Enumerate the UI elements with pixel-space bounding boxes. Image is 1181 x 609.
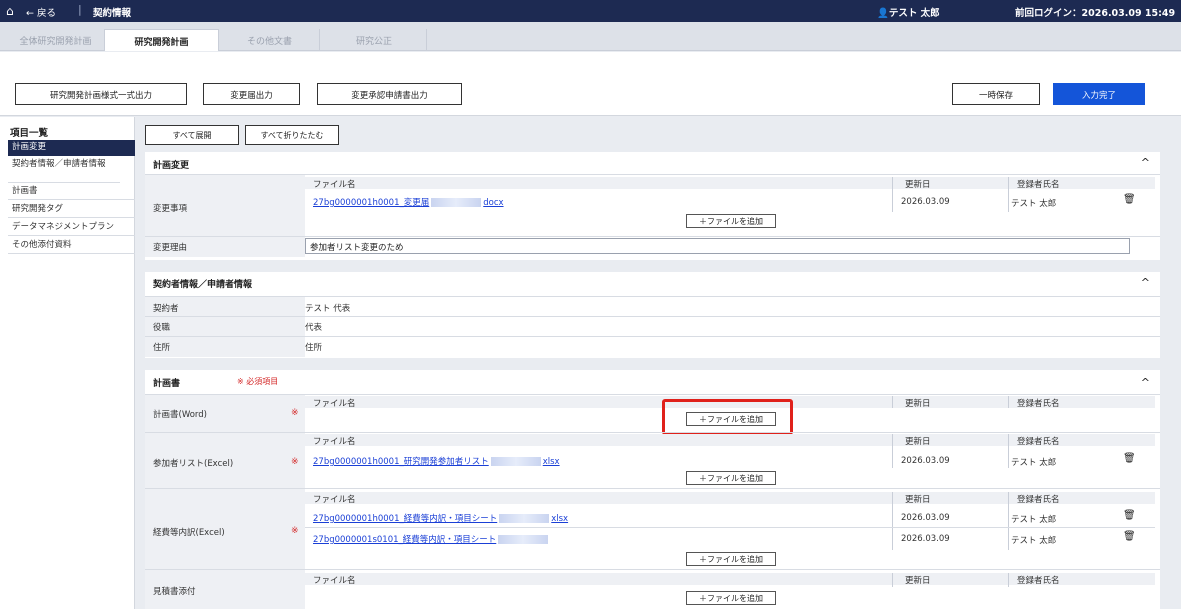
registrant-name: テスト 太郎 bbox=[1011, 536, 1057, 546]
required-mark: ※ bbox=[291, 408, 299, 418]
required-note: ※ 必須項目 bbox=[237, 377, 279, 386]
sidebar-item-plan-doc[interactable]: 計画書 bbox=[8, 184, 135, 200]
file-table-header: ファイル名 更新日 登録者氏名 bbox=[305, 492, 1155, 505]
chevron-up-icon[interactable]: ^ bbox=[1141, 376, 1150, 389]
reason-input[interactable]: 参加者リスト変更のため bbox=[305, 238, 1130, 254]
output-change-button[interactable]: 変更届出力 bbox=[203, 83, 300, 105]
expand-all-button[interactable]: すべて展開 bbox=[145, 125, 239, 145]
chevron-up-icon[interactable]: ^ bbox=[1141, 156, 1150, 169]
reason-label: 変更理由 bbox=[153, 243, 188, 253]
output-plan-button[interactable]: 研究開発計画様式一式出力 bbox=[15, 83, 187, 105]
sidebar-item-attachments[interactable]: その他添付資料 bbox=[8, 238, 135, 254]
output-approval-button[interactable]: 変更承認申請書出力 bbox=[317, 83, 462, 105]
registrant-name: テスト 太郎 bbox=[1011, 199, 1057, 209]
add-file-button[interactable]: ＋ファイルを追加 bbox=[686, 591, 776, 605]
position-value: 代表 bbox=[305, 323, 323, 333]
required-mark: ※ bbox=[291, 526, 299, 536]
trash-icon[interactable]: 🗑 bbox=[1123, 531, 1136, 542]
home-icon[interactable]: ⌂ bbox=[6, 4, 14, 18]
registrant-name: テスト 太郎 bbox=[1011, 515, 1057, 525]
add-file-button[interactable]: ＋ファイルを追加 bbox=[686, 214, 776, 228]
estimate-label: 見積書添付 bbox=[153, 587, 196, 597]
tab-other-docs[interactable]: その他文書 bbox=[220, 29, 320, 51]
trash-icon[interactable]: 🗑 bbox=[1123, 453, 1136, 464]
tab-bar: 全体研究開発計画 研究開発計画 その他文書 研究公正 bbox=[0, 22, 1181, 51]
add-file-button[interactable]: ＋ファイルを追加 bbox=[686, 552, 776, 566]
section-title: 計画書 bbox=[153, 379, 181, 389]
contractor-label: 契約者 bbox=[153, 304, 179, 314]
file-table-header: ファイル名 更新日 登録者氏名 bbox=[305, 177, 1155, 190]
page-title: 契約情報 bbox=[93, 8, 132, 19]
position-label: 役職 bbox=[153, 323, 171, 333]
trash-icon[interactable]: 🗑 bbox=[1123, 194, 1136, 205]
sidebar: 項目一覧 計画変更 契約者情報／申請者情報 計画書 研究開発タグ データマネジメ… bbox=[0, 117, 135, 609]
chevron-up-icon[interactable]: ^ bbox=[1141, 276, 1150, 289]
update-date: 2026.03.09 bbox=[901, 513, 950, 523]
trash-icon[interactable]: 🗑 bbox=[1123, 510, 1136, 521]
word-label: 計画書(Word) bbox=[153, 410, 207, 420]
address-value: 住所 bbox=[305, 343, 323, 353]
temp-save-button[interactable]: 一時保存 bbox=[952, 83, 1040, 105]
required-mark: ※ bbox=[291, 457, 299, 467]
back-link[interactable]: ← 戻る bbox=[26, 5, 56, 19]
plan-doc-section: 計画書 ※ 必須項目 ^ 計画書(Word) ※ ファイル名 更新日 登録者氏名… bbox=[145, 370, 1160, 609]
update-date: 2026.03.09 bbox=[901, 456, 950, 466]
update-date: 2026.03.09 bbox=[901, 197, 950, 207]
address-label: 住所 bbox=[153, 343, 171, 353]
sidebar-heading: 項目一覧 bbox=[10, 128, 49, 139]
highlight-box bbox=[662, 399, 793, 435]
sidebar-item-research-tag[interactable]: 研究開発タグ bbox=[8, 202, 135, 218]
participants-label: 参加者リスト(Excel) bbox=[153, 459, 234, 469]
change-item-label: 変更事項 bbox=[153, 204, 188, 214]
user-name[interactable]: 👤テスト 太郎 bbox=[877, 5, 940, 19]
divider: | bbox=[78, 3, 82, 16]
complete-button[interactable]: 入力完了 bbox=[1053, 83, 1145, 105]
sidebar-item-contractor[interactable]: 契約者情報／申請者情報 bbox=[8, 157, 120, 183]
file-table-header: ファイル名 更新日 登録者氏名 bbox=[305, 434, 1155, 447]
tab-research-plan[interactable]: 研究開発計画 bbox=[104, 29, 219, 51]
tab-research-integrity[interactable]: 研究公正 bbox=[322, 29, 427, 51]
file-link[interactable]: 27bg0000001h0001_経費等内訳・項目シート xlsx bbox=[313, 512, 568, 524]
section-title: 契約者情報／申請者情報 bbox=[153, 280, 253, 290]
plan-change-section: 計画変更 ^ 変更事項 ファイル名 更新日 登録者氏名 27bg0000001h… bbox=[145, 152, 1160, 260]
update-date: 2026.03.09 bbox=[901, 534, 950, 544]
tab-overall-plan[interactable]: 全体研究開発計画 bbox=[8, 29, 103, 51]
section-title: 計画変更 bbox=[153, 161, 190, 171]
contractor-section: 契約者情報／申請者情報 ^ 契約者 テスト 代表 役職 代表 住所 住所 bbox=[145, 272, 1160, 358]
file-table-header: ファイル名 更新日 登録者氏名 bbox=[305, 573, 1155, 586]
file-link[interactable]: 27bg0000001h0001_変更届 docx bbox=[313, 196, 504, 208]
sidebar-item-plan-change[interactable]: 計画変更 bbox=[8, 140, 135, 156]
contractor-value: テスト 代表 bbox=[305, 304, 351, 314]
collapse-all-button[interactable]: すべて折りたたむ bbox=[245, 125, 339, 145]
top-bar: ⌂ ← 戻る | 契約情報 👤テスト 太郎 前回ログイン：2026.03.09 … bbox=[0, 0, 1181, 22]
file-link[interactable]: 27bg0000001h0001_研究開発参加者リスト xlsx bbox=[313, 455, 560, 467]
add-file-button[interactable]: ＋ファイルを追加 bbox=[686, 471, 776, 485]
budget-label: 経費等内訳(Excel) bbox=[153, 528, 225, 538]
registrant-name: テスト 太郎 bbox=[1011, 458, 1057, 468]
sidebar-item-data-plan[interactable]: データマネジメントプラン bbox=[8, 220, 135, 236]
action-bar: 研究開発計画様式一式出力 変更届出力 変更承認申請書出力 一時保存 入力完了 bbox=[0, 52, 1181, 116]
file-link[interactable]: 27bg0000001s0101_経費等内訳・項目シート bbox=[313, 533, 550, 545]
last-login: 前回ログイン：2026.03.09 15:49 bbox=[1015, 8, 1176, 19]
